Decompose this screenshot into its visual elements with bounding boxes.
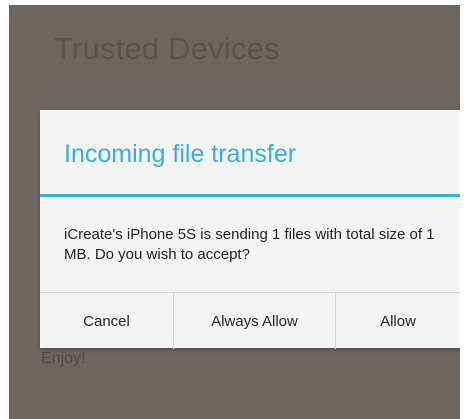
file-transfer-dialog: Incoming file transfer iCreate's iPhone …: [40, 110, 460, 349]
app-screen: Trusted Devices Enjoy! Incoming file tra…: [9, 5, 460, 419]
cancel-button[interactable]: Cancel: [40, 293, 173, 349]
dialog-title-divider: [40, 194, 460, 197]
always-allow-button[interactable]: Always Allow: [173, 293, 335, 349]
dialog-message: iCreate's iPhone 5S is sending 1 files w…: [64, 226, 435, 263]
background-footer-text: Enjoy!: [41, 350, 86, 367]
background-page-title: Trusted Devices: [54, 31, 280, 66]
allow-button[interactable]: Allow: [335, 293, 460, 349]
dialog-title: Incoming file transfer: [64, 140, 297, 168]
dialog-button-bar: Cancel Always Allow Allow: [40, 292, 460, 349]
